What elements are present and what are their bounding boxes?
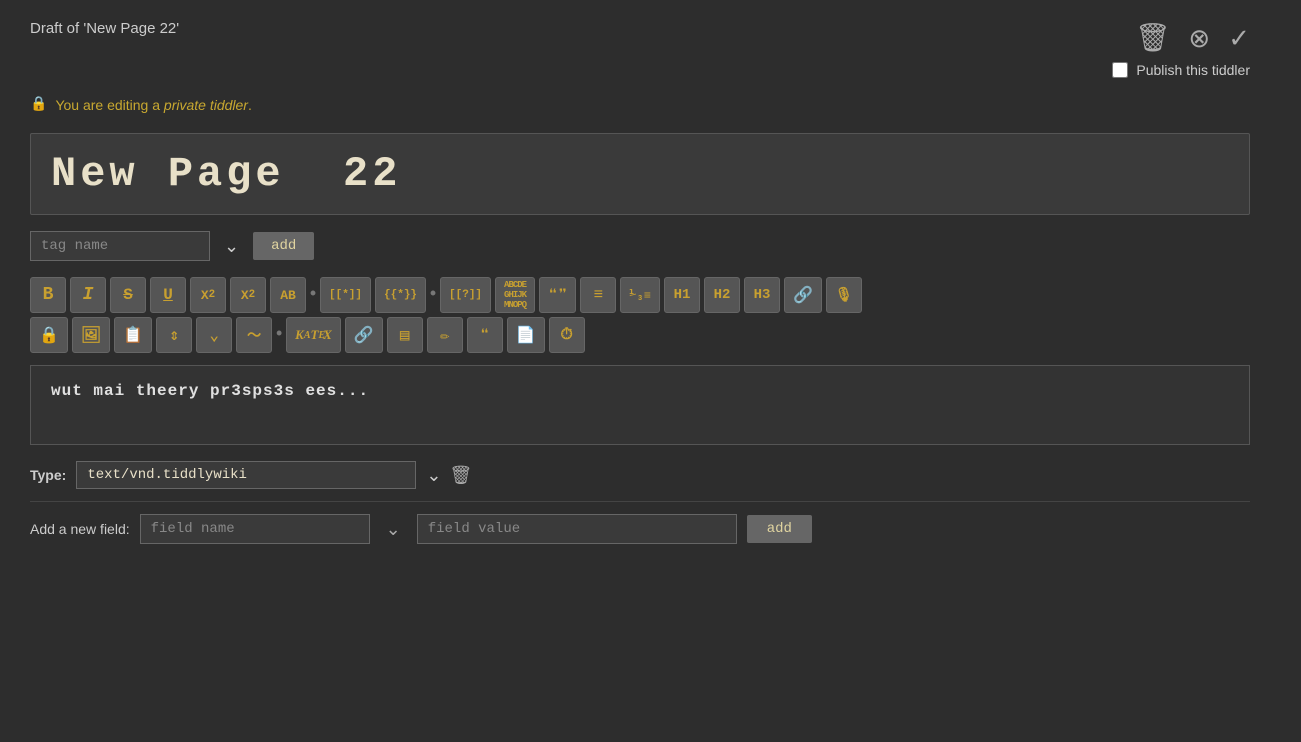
table-button[interactable]: ▤	[387, 317, 423, 353]
resize-button[interactable]: ⇕	[156, 317, 192, 353]
subscript-button[interactable]: X2	[230, 277, 266, 313]
tag-dropdown-button[interactable]: ⌄	[218, 232, 245, 261]
tag-area: ⌄ add	[30, 231, 1250, 261]
publish-checkbox[interactable]	[1112, 62, 1128, 78]
h1-button[interactable]: H1	[664, 277, 700, 313]
smallcaps-button[interactable]: AB	[270, 277, 306, 313]
tilde-button[interactable]: 〜	[236, 317, 272, 353]
numbered-list-button[interactable]: ⅟₃≡	[620, 277, 660, 313]
publish-label: Publish this tiddler	[1136, 62, 1250, 78]
field-dropdown-button[interactable]: ⌄	[380, 515, 407, 544]
toolbar-row2: 🔒 🖼 📋 ⇕ ⌄ 〜 • KATEX 🔗 ▤ ✏ ❝ 📄 ⏱	[30, 317, 1250, 353]
h3-button[interactable]: H3	[744, 277, 780, 313]
waveform-button[interactable]: 🎙	[826, 277, 862, 313]
draft-title: Draft of 'New Page 22'	[30, 20, 179, 37]
field-label: Add a new field:	[30, 521, 130, 537]
field-row: Add a new field: ⌄ add	[30, 514, 1250, 544]
bold-button[interactable]: B	[30, 277, 66, 313]
cancel-button[interactable]: ⊗	[1188, 25, 1210, 51]
tag-input[interactable]	[30, 231, 210, 261]
separator-2: •	[430, 277, 436, 313]
tag-add-button[interactable]: add	[253, 232, 314, 260]
lock-icon: 🔒	[30, 96, 47, 113]
macro-button[interactable]: ABCDEGHIJKMNOPQ	[495, 277, 535, 313]
chevron-button[interactable]: ⌄	[196, 317, 232, 353]
separator-1: •	[310, 277, 316, 313]
confirm-button[interactable]: ✓	[1228, 25, 1250, 51]
quote2-button[interactable]: ❝	[467, 317, 503, 353]
ext-link2-button[interactable]: 🔗	[345, 317, 383, 353]
italic-button[interactable]: I	[70, 277, 106, 313]
type-input[interactable]	[76, 461, 416, 489]
link-button[interactable]: 🔗	[784, 277, 822, 313]
katex-button[interactable]: KATEX	[286, 317, 341, 353]
superscript-button[interactable]: X2	[190, 277, 226, 313]
toolbar-row1: B I S U X2 X2 AB • [[*]] {{*}} • [[?]] A…	[30, 277, 1250, 313]
pencil-button[interactable]: ✏	[427, 317, 463, 353]
separator-3: •	[276, 317, 282, 353]
type-delete-button[interactable]: 🗑	[449, 465, 472, 486]
strikethrough-button[interactable]: S	[110, 277, 146, 313]
content-text: wut mai theery pr3sps3s ees...	[51, 382, 369, 400]
field-add-button[interactable]: add	[747, 515, 812, 543]
field-name-input[interactable]	[140, 514, 370, 544]
title-section	[30, 133, 1250, 215]
private-notice-text: You are editing a private tiddler.	[55, 97, 251, 113]
stamp-button[interactable]: 📋	[114, 317, 152, 353]
h2-button[interactable]: H2	[704, 277, 740, 313]
image-button[interactable]: 🖼	[72, 317, 110, 353]
field-value-input[interactable]	[417, 514, 737, 544]
type-row: Type: ⌄ 🗑	[30, 461, 1250, 502]
underline-button[interactable]: U	[150, 277, 186, 313]
content-area: wut mai theery pr3sps3s ees...	[30, 365, 1250, 445]
page-title-input[interactable]	[51, 150, 1229, 198]
lock-button[interactable]: 🔒	[30, 317, 68, 353]
translink-button[interactable]: [[?]]	[440, 277, 491, 313]
type-label: Type:	[30, 467, 66, 483]
extlink-button[interactable]: {{*}}	[375, 277, 426, 313]
type-dropdown-button[interactable]: ⌄	[426, 465, 441, 486]
wikilink-button[interactable]: [[*]]	[320, 277, 371, 313]
delete-button[interactable]: 🗑	[1135, 24, 1171, 52]
doc-button[interactable]: 📄	[507, 317, 545, 353]
quote-button[interactable]: ❝❞	[539, 277, 576, 313]
bullet-list-button[interactable]: ≡	[580, 277, 616, 313]
clock-button[interactable]: ⏱	[549, 317, 585, 353]
